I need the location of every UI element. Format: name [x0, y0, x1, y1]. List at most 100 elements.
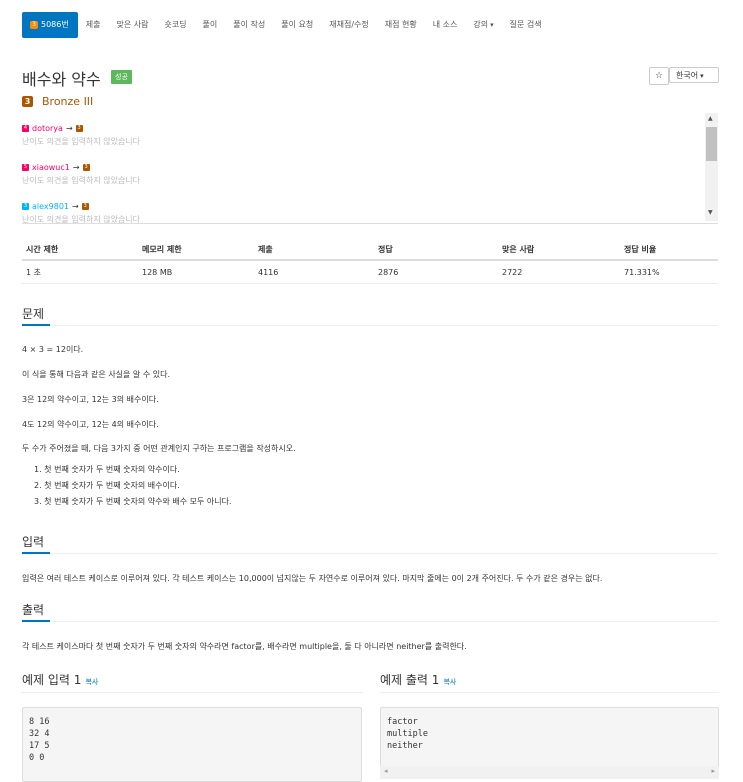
- tab-request-solution[interactable]: 풀이 요청: [273, 12, 321, 38]
- table-header: 시간 제한: [22, 239, 138, 261]
- table-header: 메모리 제한: [138, 239, 254, 261]
- table-header: 정답 비율: [620, 239, 718, 261]
- problem-line: 두 수가 주어졌을 때, 다음 3가지 중 어떤 관계인지 구하는 프로그램을 …: [22, 444, 296, 453]
- section-heading-output: 출력: [22, 603, 45, 617]
- star-button[interactable]: ☆: [649, 67, 669, 85]
- heading-underline: [22, 552, 50, 554]
- tier-icon: 3: [81, 203, 89, 210]
- divider: [380, 692, 719, 693]
- opinion-note: 난이도 의견을 입력하지 않았습니다: [22, 215, 141, 223]
- opinion-note: 난이도 의견을 입력하지 않았습니다: [22, 137, 141, 146]
- tab-status[interactable]: 채점 현황: [377, 12, 425, 38]
- tier-badge-icon: 3: [30, 21, 38, 29]
- tab-write-solution[interactable]: 풀이 작성: [225, 12, 273, 38]
- problem-info-table: 시간 제한 메모리 제한 제출 정답 맞은 사람 정답 비율 1 초 128 M…: [22, 239, 718, 284]
- divider: [22, 621, 718, 622]
- opinion-user[interactable]: dotorya: [32, 124, 63, 133]
- divider: [22, 325, 718, 326]
- output-description: 각 테스트 케이스마다 첫 번째 숫자가 두 번째 숫자의 약수라면 facto…: [22, 642, 467, 651]
- sample-input-title: 예제 입력 1: [22, 673, 82, 687]
- scrollbar-thumb[interactable]: [706, 127, 717, 161]
- tab-lectures-label: 강의: [473, 20, 489, 29]
- sample-output-content: factor multiple neither: [387, 717, 428, 751]
- list-item: 3. 첫 번째 숫자가 두 번째 숫자의 약수와 배수 모두 아니다.: [34, 497, 232, 506]
- tier-icon: 5: [22, 164, 29, 171]
- table-cell: 71.331%: [620, 260, 718, 284]
- sample-output-heading: 예제 출력 1 복사: [380, 671, 456, 688]
- table-header-row: 시간 제한 메모리 제한 제출 정답 맞은 사람 정답 비율: [22, 239, 718, 261]
- problem-list: 1. 첫 번째 숫자가 두 번째 숫자의 약수이다. 2. 첫 번째 숫자가 두…: [22, 462, 232, 510]
- table-cell: 4116: [254, 260, 374, 284]
- chevron-down-icon: [698, 71, 704, 80]
- tier-info: 3 Bronze III: [22, 95, 93, 108]
- sample-output-scrollbar[interactable]: ◂ ▸: [380, 766, 719, 779]
- section-heading-input: 입력: [22, 535, 45, 549]
- tab-my-source[interactable]: 내 소스: [425, 12, 466, 38]
- arrow-right-icon: →: [65, 124, 73, 133]
- table-cell: 128 MB: [138, 260, 254, 284]
- divider: [22, 692, 362, 693]
- page-title: 배수와 약수: [22, 70, 101, 89]
- table-header: 정답: [374, 239, 498, 261]
- section-heading-problem: 문제: [22, 307, 45, 321]
- problem-line: 4 × 3 = 12이다.: [22, 345, 84, 354]
- language-label: 한국어: [676, 71, 699, 80]
- tab-rejudge[interactable]: 재채점/수정: [321, 12, 377, 38]
- sample-input-content: 8 16 32 4 17 5 0 0: [29, 717, 50, 763]
- table-cell: 2876: [374, 260, 498, 284]
- scroll-right-icon[interactable]: ▸: [711, 767, 715, 775]
- tab-submit[interactable]: 제출: [78, 12, 109, 38]
- problem-line: 3은 12의 약수이고, 12는 3의 배수이다.: [22, 395, 159, 404]
- arrow-right-icon: →: [72, 163, 80, 172]
- scroll-left-icon[interactable]: ◂: [384, 767, 388, 775]
- sample-input-box[interactable]: 8 16 32 4 17 5 0 0: [22, 707, 362, 782]
- tab-solutions[interactable]: 풀이: [195, 12, 226, 38]
- tab-lectures[interactable]: 강의: [465, 12, 501, 38]
- divider: [22, 223, 718, 224]
- table-header: 맞은 사람: [498, 239, 620, 261]
- list-item: 2. 첫 번째 숫자가 두 번째 숫자의 배수이다.: [34, 481, 180, 490]
- list-item: 1. 첫 번째 숫자가 두 번째 숫자의 약수이다.: [34, 465, 180, 474]
- scroll-up-icon[interactable]: ▲: [708, 115, 713, 122]
- sample-output-box[interactable]: factor multiple neither: [380, 707, 719, 767]
- arrow-right-icon: →: [72, 202, 79, 211]
- sample-input-heading: 예제 입력 1 복사: [22, 671, 98, 688]
- opinions-scrollbar[interactable]: ▲ ▼: [705, 113, 718, 221]
- tier-icon: 4: [22, 125, 29, 132]
- input-description: 입력은 여러 테스트 케이스로 이루어져 있다. 각 테스트 케이스는 10,0…: [22, 574, 603, 583]
- table-row: 1 초 128 MB 4116 2876 2722 71.331%: [22, 260, 718, 284]
- table-cell: 2722: [498, 260, 620, 284]
- difficulty-opinions: 4 dotorya → 3 난이도 의견을 입력하지 않았습니다 5 xiaow…: [22, 113, 718, 223]
- tab-correct-users[interactable]: 맞은 사람: [108, 12, 156, 38]
- opinion-user[interactable]: xiaowuc1: [32, 163, 70, 172]
- tier-icon: 3: [82, 164, 90, 171]
- sample-output-title: 예제 출력 1: [380, 673, 440, 687]
- copy-sample-output-button[interactable]: 복사: [443, 678, 456, 686]
- status-badge: 성공: [111, 70, 132, 84]
- problem-number-label: 5086번: [41, 20, 69, 29]
- table-header: 제출: [254, 239, 374, 261]
- heading-underline: [22, 620, 50, 622]
- table-cell: 1 초: [22, 260, 138, 284]
- tier-icon: 3: [75, 125, 83, 132]
- problem-line: 4도 12의 약수이고, 12는 4의 배수이다.: [22, 420, 159, 429]
- copy-sample-input-button[interactable]: 복사: [85, 678, 98, 686]
- problem-nav: 3 5086번 제출 맞은 사람 숏코딩 풀이 풀이 작성 풀이 요청 재채점/…: [22, 12, 550, 38]
- bronze-tier-icon: 3: [22, 96, 33, 107]
- tier-name[interactable]: Bronze III: [42, 95, 93, 108]
- tab-short-coding[interactable]: 숏코딩: [156, 12, 194, 38]
- heading-underline: [22, 324, 50, 326]
- scroll-down-icon[interactable]: ▼: [708, 209, 713, 216]
- opinion-item: 4 dotorya → 3 난이도 의견을 입력하지 않았습니다: [22, 124, 140, 147]
- tab-question-search[interactable]: 질문 검색: [502, 12, 550, 38]
- tier-icon: 3: [22, 203, 29, 210]
- opinion-user[interactable]: alex9801: [32, 202, 69, 211]
- problem-line: 이 식을 통해 다음과 같은 사실을 알 수 있다.: [22, 370, 171, 379]
- opinion-item: 5 xiaowuc1 → 3 난이도 의견을 입력하지 않았습니다: [22, 163, 140, 186]
- tab-problem-number[interactable]: 3 5086번: [22, 12, 78, 38]
- opinion-note: 난이도 의견을 입력하지 않았습니다: [22, 176, 141, 185]
- language-select[interactable]: 한국어: [669, 67, 719, 83]
- divider: [22, 553, 718, 554]
- chevron-down-icon: [488, 20, 494, 29]
- opinion-item: 3 alex9801 → 3 난이도 의견을 입력하지 않았습니다: [22, 202, 140, 223]
